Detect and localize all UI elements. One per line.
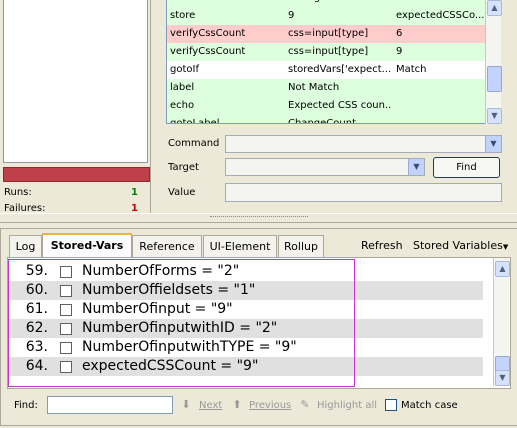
scroll-down-icon[interactable]: ▼	[487, 108, 502, 124]
tab-rollup[interactable]: Rollup	[278, 235, 324, 258]
find-next-button[interactable]: Next	[199, 400, 222, 411]
stored-var-checkbox[interactable]	[60, 361, 72, 373]
command-row[interactable]: labelChangeCount	[167, 0, 485, 7]
command-row[interactable]: echo Expected CSS coun...	[167, 97, 485, 115]
find-input[interactable]	[47, 396, 173, 414]
stored-var-checkbox[interactable]	[60, 304, 72, 316]
up-arrow-icon: ⬆	[232, 398, 242, 411]
stored-var-checkbox[interactable]	[60, 323, 72, 335]
stored-var-text: NumberOfinputwithID = "2"	[82, 320, 278, 336]
stored-var-row[interactable]: 59. NumberOfForms = "2"	[8, 262, 483, 281]
value-cell: 6	[396, 28, 403, 39]
stored-var-text: NumberOfinput = "9"	[82, 301, 233, 317]
chevron-down-icon: ▼	[502, 243, 509, 251]
find-label: Find:	[14, 400, 38, 411]
command-row[interactable]: gotoIf storedVars['expect... Match	[167, 61, 485, 79]
tab-log[interactable]: Log	[9, 235, 42, 258]
tab-ui-element[interactable]: UI-Element	[203, 235, 277, 258]
stored-vars-list[interactable]: 59. NumberOfForms = "2" 60. NumberOffieldse…	[7, 257, 511, 389]
command-cell: label	[170, 0, 285, 3]
scroll-up-icon[interactable]: ▲	[487, 0, 502, 16]
command-row[interactable]: gotoLabel ChangeCount	[167, 115, 485, 124]
find-bar: Find: ⬇ Next ⬆ Previous ✎ Highlight all …	[0, 394, 517, 418]
stored-var-checkbox[interactable]	[60, 266, 72, 278]
test-case-list[interactable]	[3, 0, 148, 163]
value-cell: expectedCSSCo...	[396, 10, 484, 21]
stored-vars-scrollbar[interactable]: ▲ ▼	[493, 258, 510, 386]
stored-var-number: 60.	[25, 282, 48, 298]
command-cell: verifyCssCount	[170, 46, 246, 57]
value-label: Value	[168, 187, 196, 198]
stored-var-checkbox[interactable]	[60, 285, 72, 297]
target-cell: css=input[type]	[288, 46, 369, 57]
stored-var-number: 62.	[25, 320, 48, 336]
progress-bar	[3, 167, 150, 182]
stored-var-row[interactable]: 62. NumberOfinputwithID = "2"	[8, 319, 483, 338]
target-cell: 9	[288, 10, 295, 21]
target-cell: Expected CSS coun...	[288, 100, 392, 111]
command-combo[interactable]: ▼	[225, 135, 502, 153]
highlight-all-button[interactable]: Highlight all	[317, 400, 377, 411]
command-cell: store	[170, 10, 196, 21]
value-cell: Match	[396, 64, 427, 75]
command-cell: label	[170, 82, 195, 93]
splitter-grip	[210, 216, 308, 219]
scroll-thumb[interactable]	[487, 66, 502, 92]
runs-label: Runs:	[4, 187, 32, 198]
tab-reference[interactable]: Reference	[132, 235, 202, 258]
runs-value: 1	[131, 187, 138, 198]
command-cell: gotoLabel	[170, 118, 220, 124]
scroll-down-icon[interactable]: ▼	[495, 370, 510, 386]
vertical-divider	[150, 0, 151, 215]
stored-variables-label: Stored Variables	[413, 239, 503, 252]
scroll-up-icon[interactable]: ▲	[495, 261, 510, 277]
target-combo[interactable]: ▼	[225, 158, 425, 176]
command-cell: verifyCssCount	[170, 28, 246, 39]
stored-var-number: 64.	[25, 358, 48, 374]
command-cell: gotoIf	[170, 64, 199, 75]
target-cell: ChangeCount	[288, 118, 356, 124]
command-row[interactable]: verifyCssCount css=input[type] 6	[167, 25, 485, 43]
match-case-checkbox[interactable]	[385, 399, 397, 411]
value-cell: 9	[396, 46, 403, 57]
stored-var-row[interactable]: 61. NumberOfinput = "9"	[8, 300, 483, 319]
stored-var-checkbox[interactable]	[60, 342, 72, 354]
command-label: Command	[168, 138, 220, 149]
command-row[interactable]: label Not Match	[167, 79, 485, 97]
stored-var-number: 61.	[25, 301, 48, 317]
chevron-down-icon[interactable]: ▼	[408, 159, 424, 175]
stored-var-row[interactable]: 63. NumberOfinputwithTYPE = "9"	[8, 338, 483, 357]
match-case-label: Match case	[401, 400, 458, 411]
down-arrow-icon: ⬇	[181, 398, 191, 411]
command-cell: echo	[170, 100, 195, 111]
find-button[interactable]: Find	[433, 157, 500, 178]
target-cell: css=input[type]	[288, 28, 369, 39]
command-table[interactable]: labelChangeCountstore9expectedCSSCo...ve…	[166, 0, 486, 124]
target-cell: ChangeCount	[288, 0, 392, 3]
target-cell: Not Match	[288, 82, 340, 93]
highlighter-icon: ✎	[300, 398, 310, 411]
command-row[interactable]: store 9 expectedCSSCo...	[167, 7, 485, 25]
refresh-link[interactable]: Refresh	[361, 235, 403, 257]
target-label: Target	[168, 162, 199, 173]
stored-var-row[interactable]: 64. expectedCSSCount = "9"	[8, 357, 483, 376]
runs-row: Runs: 1	[4, 187, 138, 200]
pane-splitter[interactable]	[0, 213, 517, 223]
target-cell: storedVars['expect...	[288, 64, 392, 75]
stored-var-number: 63.	[25, 339, 48, 355]
stored-var-row[interactable]: 60. NumberOffieldsets = "1"	[8, 281, 483, 300]
command-row[interactable]: verifyCssCount css=input[type] 9	[167, 43, 485, 61]
stored-var-text: expectedCSSCount = "9"	[82, 358, 259, 374]
stored-var-text: NumberOffieldsets = "1"	[82, 282, 256, 298]
find-previous-button[interactable]: Previous	[249, 400, 291, 411]
stored-var-text: NumberOfinputwithTYPE = "9"	[82, 339, 297, 355]
value-input[interactable]	[225, 183, 502, 202]
stored-var-text: NumberOfForms = "2"	[82, 263, 240, 279]
stored-variables-menu[interactable]: Stored Variables▼	[413, 235, 508, 258]
stored-var-number: 59.	[25, 263, 48, 279]
chevron-down-icon[interactable]: ▼	[485, 136, 501, 152]
tab-stored-vars[interactable]: Stored-Vars	[42, 233, 132, 260]
command-table-scrollbar[interactable]: ▲ ▼	[485, 0, 502, 124]
